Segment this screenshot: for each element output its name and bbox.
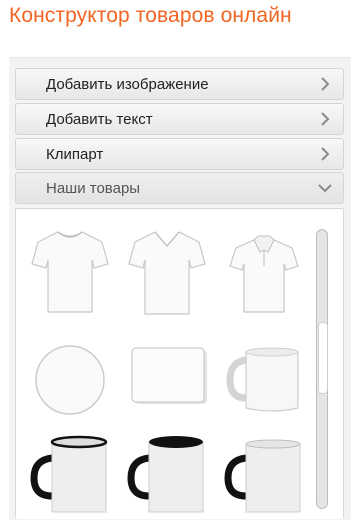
mug-black-handle-icon xyxy=(30,435,108,513)
page-title: Конструктор товаров онлайн xyxy=(9,4,292,27)
accordion-add-text[interactable]: Добавить текст xyxy=(15,103,344,135)
mug-icon xyxy=(226,347,299,412)
product-white-mug[interactable] xyxy=(222,330,306,422)
scrollbar-thumb[interactable] xyxy=(318,322,328,394)
product-mug-black-rim-handle[interactable] xyxy=(28,428,112,520)
products-scrollbar[interactable] xyxy=(316,229,328,509)
coaster-icon xyxy=(35,345,105,415)
product-round-coaster[interactable] xyxy=(28,330,112,422)
accordion-label-add-image: Добавить изображение xyxy=(46,76,209,93)
accordion-label-our-products: Наши товары xyxy=(46,180,141,197)
accordion-label-clipart: Клипарт xyxy=(46,146,104,163)
product-mug-black-inside[interactable] xyxy=(125,428,209,520)
chevron-right-icon xyxy=(321,147,330,161)
chevron-right-icon xyxy=(321,112,330,126)
tshirt-vneck-icon xyxy=(128,231,206,315)
accordion-add-image[interactable]: Добавить изображение xyxy=(15,68,344,100)
chevron-right-icon xyxy=(321,77,330,91)
accordion-clipart[interactable]: Клипарт xyxy=(15,138,344,170)
mug-black-inside-icon xyxy=(127,436,204,513)
accordion-our-products[interactable]: Наши товары xyxy=(15,172,344,204)
product-tshirt-crewneck[interactable] xyxy=(28,226,112,318)
product-polo-shirt[interactable] xyxy=(222,226,306,318)
accordion-label-add-text: Добавить текст xyxy=(46,111,153,128)
product-mug-black-handle[interactable] xyxy=(222,428,306,520)
product-mouse-pad[interactable] xyxy=(125,330,209,422)
chevron-down-icon xyxy=(318,184,332,193)
polo-shirt-icon xyxy=(229,235,299,313)
product-tshirt-vneck[interactable] xyxy=(125,226,209,318)
mug-black-handle-icon xyxy=(224,439,301,513)
tshirt-icon xyxy=(31,231,109,313)
mouse-pad-icon xyxy=(131,347,207,404)
